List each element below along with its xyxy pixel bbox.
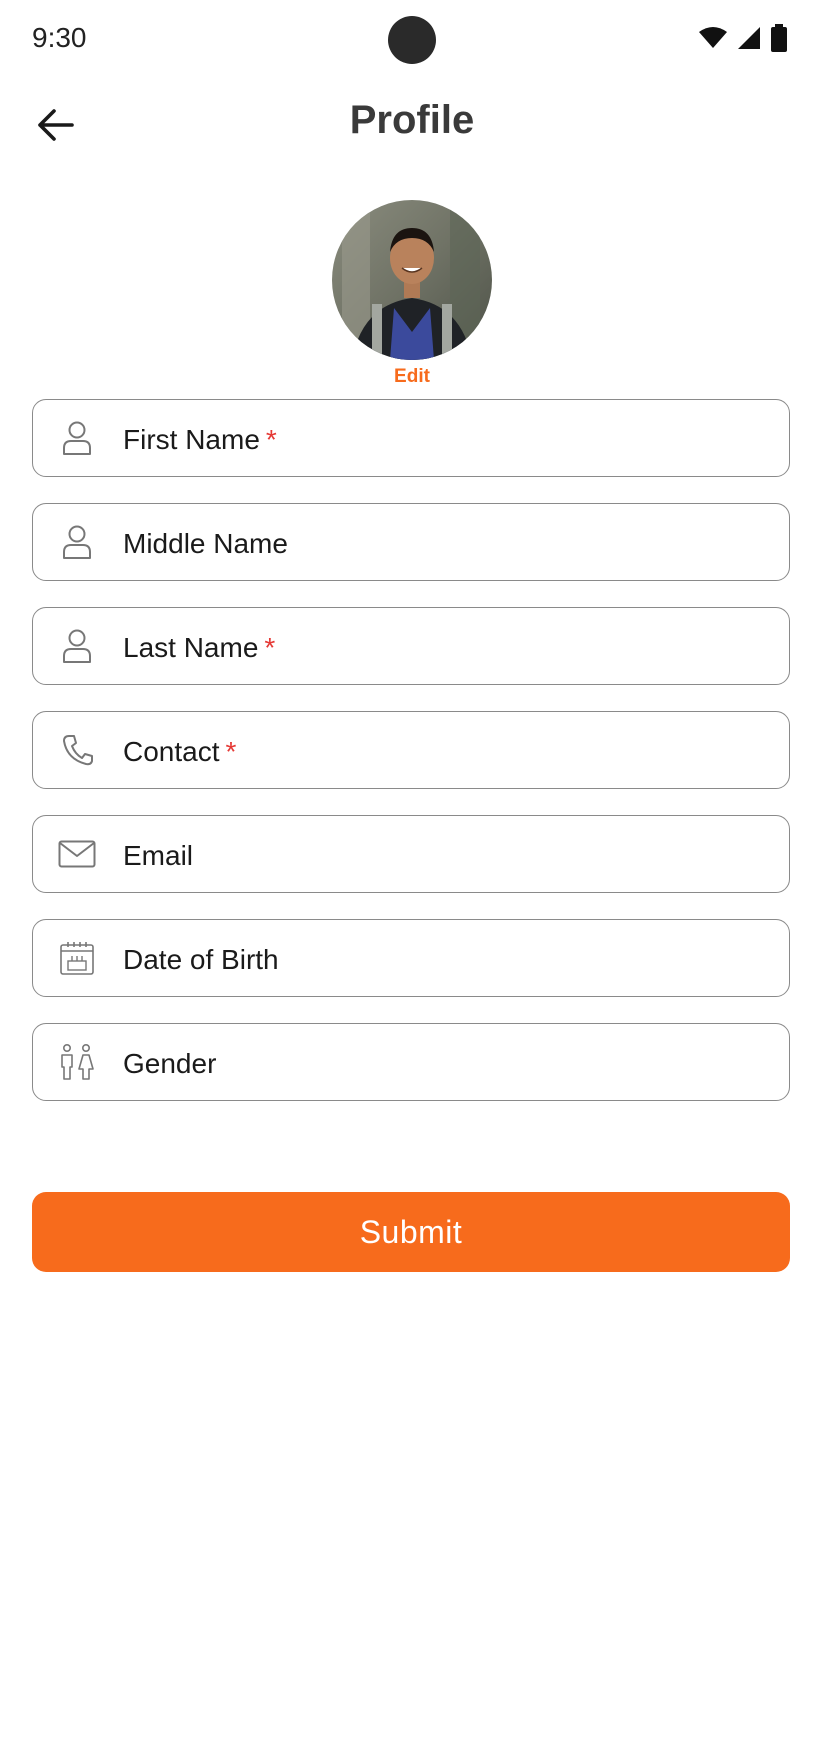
page-title: Profile: [349, 98, 475, 142]
gender-icon: [57, 1042, 97, 1082]
wifi-icon: [699, 27, 727, 48]
calendar-cake-icon: [57, 938, 97, 978]
edit-photo-link[interactable]: Edit: [0, 366, 824, 388]
submit-button[interactable]: Submit: [32, 1192, 790, 1272]
middle-name-label: Middle Name: [123, 528, 288, 559]
gender-label: Gender: [123, 1048, 217, 1079]
contact-field[interactable]: Contact *: [32, 711, 790, 789]
header: Profile: [0, 80, 824, 170]
signal-icon: [738, 27, 760, 49]
last-name-field[interactable]: Last Name *: [32, 607, 790, 685]
last-name-text: Last Name: [123, 632, 259, 663]
user-icon: [57, 522, 97, 562]
user-icon: [57, 626, 97, 666]
camera-cutout: [388, 16, 436, 64]
required-asterisk: *: [264, 632, 276, 663]
middle-name-field[interactable]: Middle Name: [32, 503, 790, 581]
last-name-label: Last Name *: [123, 632, 275, 664]
envelope-icon: [57, 834, 97, 874]
first-name-field[interactable]: First Name *: [32, 399, 790, 477]
required-asterisk: *: [225, 736, 237, 767]
status-icons: [698, 24, 788, 52]
email-label: Email: [123, 840, 194, 871]
status-time: 9:30: [32, 22, 87, 53]
email-field[interactable]: Email: [32, 815, 790, 893]
contact-label: Contact *: [123, 736, 236, 768]
profile-photo: [332, 200, 492, 360]
battery-icon: [771, 24, 787, 52]
avatar[interactable]: [332, 200, 492, 360]
first-name-text: First Name: [123, 424, 260, 455]
user-icon: [57, 418, 97, 458]
gender-field[interactable]: Gender: [32, 1023, 790, 1101]
status-bar: 9:30: [0, 0, 824, 80]
dob-label: Date of Birth: [123, 944, 279, 975]
dob-field[interactable]: Date of Birth: [32, 919, 790, 997]
required-asterisk: *: [265, 424, 277, 455]
first-name-label: First Name *: [123, 424, 277, 456]
contact-text: Contact: [123, 736, 220, 767]
phone-icon: [57, 730, 97, 770]
